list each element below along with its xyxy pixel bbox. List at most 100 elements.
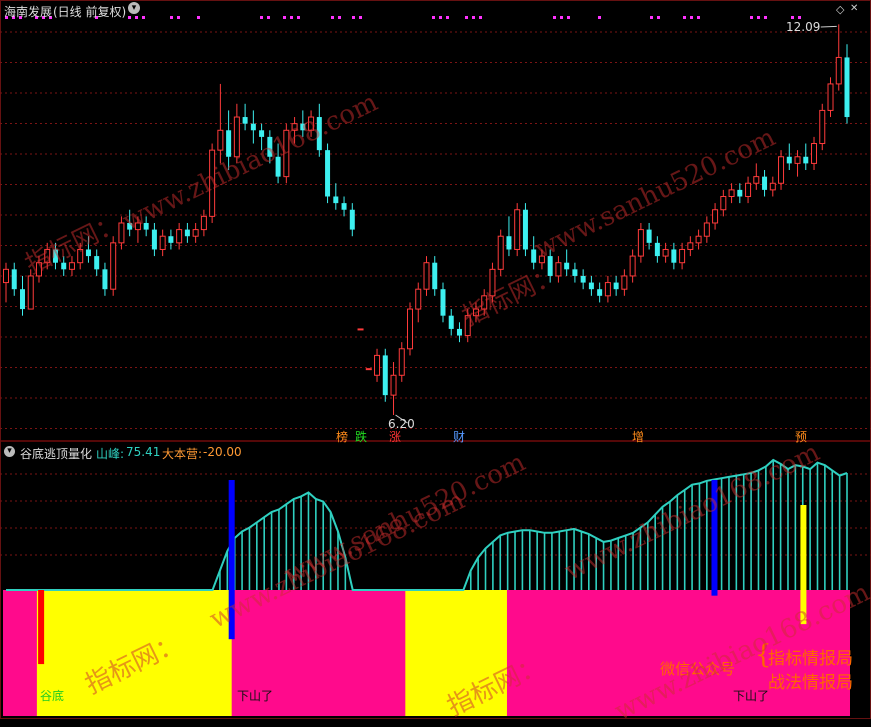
candle-body — [572, 269, 578, 276]
candle-body — [712, 209, 719, 224]
period-label[interactable]: (日线 前复权) — [53, 3, 126, 20]
candle-body — [819, 109, 826, 145]
marker-dot — [567, 16, 570, 19]
candle-body — [580, 275, 586, 283]
candle — [291, 117, 298, 144]
candle — [102, 262, 108, 296]
candle-body — [110, 242, 117, 290]
marker-dot — [560, 16, 563, 19]
candle — [415, 282, 422, 323]
candle — [35, 256, 42, 283]
marker-dot — [267, 16, 270, 19]
high-price-label: 12.09 — [786, 20, 821, 34]
candle-body — [737, 189, 743, 197]
marker-dot — [472, 16, 475, 19]
candle — [506, 216, 512, 257]
candle — [728, 183, 735, 204]
candle-body — [192, 229, 199, 237]
candle — [85, 236, 91, 263]
candle — [423, 256, 430, 296]
marker-dot — [432, 16, 435, 19]
candle — [398, 342, 405, 382]
candle-body — [720, 195, 727, 211]
candle-body — [283, 129, 290, 178]
marker-dot — [283, 16, 286, 19]
candle-body — [564, 262, 570, 270]
indicator-dropdown-icon[interactable]: ▾ — [4, 446, 15, 457]
candle — [769, 176, 776, 197]
diamond-icon[interactable]: ◇ — [836, 3, 844, 16]
candle-body — [77, 248, 84, 264]
marker-dot — [290, 16, 293, 19]
candle-body — [811, 143, 818, 164]
candle — [835, 24, 842, 91]
dropdown-icon[interactable]: ▾ — [128, 2, 140, 14]
candle — [168, 229, 174, 250]
candle-body — [835, 56, 842, 85]
candle — [695, 229, 702, 250]
candle — [629, 249, 636, 283]
candle-body — [68, 262, 75, 270]
candle-body — [637, 229, 644, 257]
candle — [844, 44, 850, 124]
close-icon[interactable]: ✕ — [850, 3, 858, 14]
candle — [61, 256, 67, 276]
candle-body — [827, 83, 834, 111]
tag-bang[interactable]: 榜 — [336, 428, 348, 445]
candle — [110, 236, 117, 296]
stock-name: 海南发展 — [4, 5, 53, 19]
candle — [209, 143, 216, 223]
candle-body — [588, 282, 594, 290]
candle — [481, 289, 488, 316]
indicator-name[interactable]: 谷底逃顶量化 — [20, 445, 92, 462]
candle — [497, 229, 504, 276]
marker-dot — [757, 16, 760, 19]
tag-zhang[interactable]: 涨 — [389, 428, 401, 445]
candle-body — [703, 222, 710, 237]
candle-body — [382, 355, 388, 396]
candle-body — [325, 150, 331, 197]
candle — [308, 110, 315, 137]
candle-body — [200, 215, 207, 231]
marker-dot — [177, 16, 180, 19]
zone-label-valley: 谷底 — [40, 689, 65, 703]
marker-dot — [197, 16, 200, 19]
candle — [374, 348, 381, 382]
tag-zeng[interactable]: 增 — [632, 428, 644, 445]
candle-body — [671, 249, 677, 263]
candle-body — [506, 236, 512, 250]
candle-body — [489, 268, 496, 297]
chart-canvas[interactable] — [0, 0, 871, 719]
candle — [267, 130, 273, 164]
candle-body — [365, 368, 372, 371]
candle — [671, 242, 677, 270]
candle — [333, 183, 339, 210]
candle-body — [423, 262, 430, 290]
candle — [597, 282, 603, 303]
candle-body — [333, 196, 339, 204]
tag-yu[interactable]: 预 — [795, 428, 807, 445]
signal-bar-blue — [228, 480, 235, 640]
marker-dot — [352, 16, 355, 19]
candle — [803, 143, 809, 171]
candle-body — [233, 116, 240, 158]
candle-body — [19, 289, 25, 310]
marker-dot — [260, 16, 263, 19]
candle — [259, 123, 265, 151]
candle-body — [316, 117, 322, 151]
candle — [365, 368, 372, 371]
tag-die[interactable]: 跌 — [355, 428, 367, 445]
marker-dot — [598, 16, 601, 19]
candle-body — [159, 235, 166, 250]
candle-body — [472, 308, 479, 317]
peak-value: 75.41 — [126, 445, 161, 459]
candle-body — [44, 248, 51, 264]
candle — [786, 143, 792, 171]
wechat-label: 微信公众号 — [660, 660, 736, 678]
candle — [159, 229, 166, 257]
tag-cai[interactable]: 财 — [453, 428, 465, 445]
promo-line-1: 指标情报局 — [768, 649, 853, 669]
candle — [77, 242, 84, 270]
candle-body — [522, 209, 528, 250]
candle-body — [52, 249, 58, 263]
